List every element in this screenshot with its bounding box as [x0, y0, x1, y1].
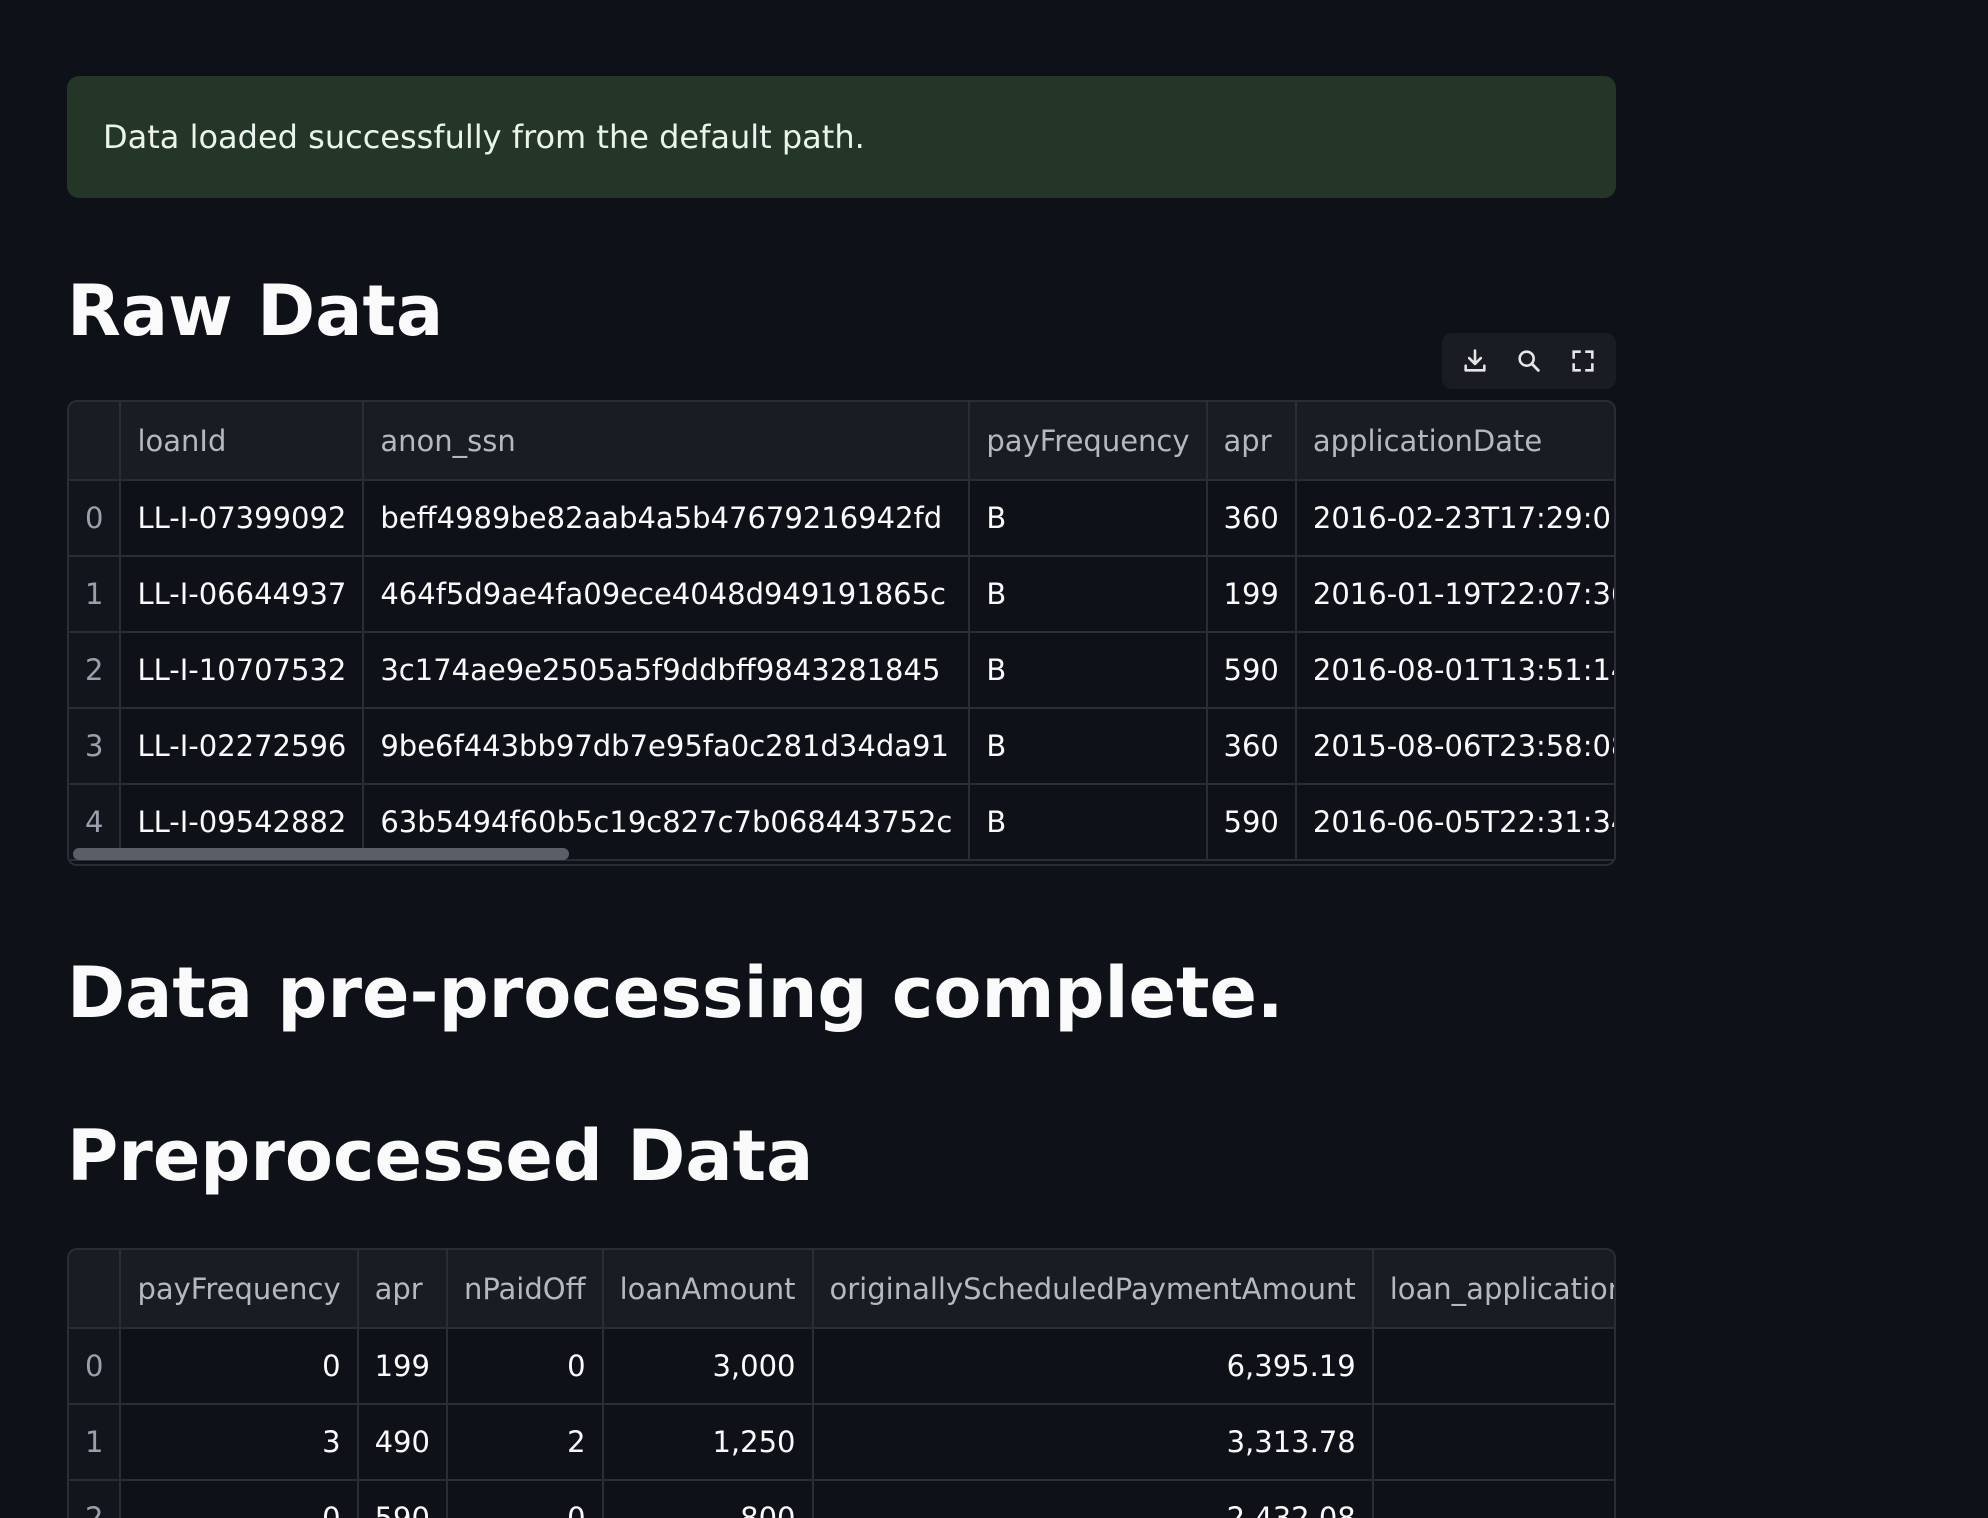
- cell-apr[interactable]: 199: [357, 1328, 448, 1405]
- cell-nPaidOff[interactable]: 0: [446, 1328, 604, 1405]
- cell-payFrequency[interactable]: 0: [120, 1480, 359, 1518]
- cell-payFrequency[interactable]: B: [969, 480, 1208, 557]
- cell-originallyScheduledPaymentAmount[interactable]: 3,313.78: [812, 1404, 1374, 1481]
- column-header-payFrequency[interactable]: payFrequency: [969, 402, 1208, 481]
- column-header-loanAmount[interactable]: loanAmount: [602, 1250, 814, 1329]
- row-index: 2: [69, 1480, 122, 1518]
- cell-originallyScheduledPaymentAmount[interactable]: 6,395.19: [812, 1328, 1374, 1405]
- cell-anon-ssn[interactable]: beff4989be82aab4a5b47679216942fd: [363, 480, 971, 557]
- cell-payFrequency[interactable]: 3: [120, 1404, 359, 1481]
- row-index: 2: [69, 632, 122, 709]
- cell-apr[interactable]: 360: [1206, 708, 1297, 785]
- cell-apr[interactable]: 360: [1206, 480, 1297, 557]
- raw-data-heading: Raw Data: [67, 270, 444, 352]
- table-header-row: payFrequency apr nPaidOff loanAmount ori…: [69, 1250, 1614, 1329]
- cell-apr[interactable]: 490: [357, 1404, 448, 1481]
- cell-apr[interactable]: 590: [1206, 784, 1297, 861]
- table-row: 1 LL-I-06644937 464f5d9ae4fa09ece4048d94…: [69, 556, 1614, 633]
- table-row: 0 0 199 0 3,000 6,395.19: [69, 1328, 1614, 1405]
- cell-loanId[interactable]: LL-I-06644937: [120, 556, 365, 633]
- table-row: 1 3 490 2 1,250 3,313.78: [69, 1404, 1614, 1481]
- cell-loan-application[interactable]: [1372, 1404, 1614, 1481]
- horizontal-scrollbar[interactable]: [73, 848, 569, 860]
- cell-applicationDate[interactable]: 2016-01-19T22:07:36.77800: [1295, 556, 1614, 633]
- cell-loanAmount[interactable]: 800: [602, 1480, 814, 1518]
- cell-loanId[interactable]: LL-I-02272596: [120, 708, 365, 785]
- cell-anon-ssn[interactable]: 464f5d9ae4fa09ece4048d949191865c: [363, 556, 971, 633]
- cell-applicationDate[interactable]: 2016-08-01T13:51:14.70900: [1295, 632, 1614, 709]
- column-header-nPaidOff[interactable]: nPaidOff: [446, 1250, 604, 1329]
- column-header-applicationDate[interactable]: applicationDate: [1295, 402, 1614, 481]
- cell-nPaidOff[interactable]: 2: [446, 1404, 604, 1481]
- column-header-index[interactable]: [69, 402, 122, 481]
- page: Data loaded successfully from the defaul…: [0, 0, 1988, 1518]
- cell-apr[interactable]: 590: [357, 1480, 448, 1518]
- column-header-loanId[interactable]: loanId: [120, 402, 365, 481]
- cell-apr[interactable]: 590: [1206, 632, 1297, 709]
- column-header-loan-application[interactable]: loan_application_s: [1372, 1250, 1614, 1329]
- row-index: 0: [69, 1328, 122, 1405]
- cell-payFrequency[interactable]: B: [969, 556, 1208, 633]
- cell-payFrequency[interactable]: 0: [120, 1328, 359, 1405]
- preprocessed-data-heading: Preprocessed Data: [67, 1115, 814, 1197]
- cell-anon-ssn[interactable]: 3c174ae9e2505a5f9ddbff9843281845: [363, 632, 971, 709]
- cell-payFrequency[interactable]: B: [969, 708, 1208, 785]
- cell-applicationDate[interactable]: 2016-06-05T22:31:34.30400: [1295, 784, 1614, 861]
- fullscreen-button[interactable]: [1561, 339, 1605, 383]
- cell-loanAmount[interactable]: 1,250: [602, 1404, 814, 1481]
- row-index: 0: [69, 480, 122, 557]
- download-icon: [1464, 349, 1486, 372]
- search-icon: [1518, 350, 1540, 372]
- column-header-originallyScheduledPaymentAmount[interactable]: originallyScheduledPaymentAmount: [812, 1250, 1374, 1329]
- row-index: 1: [69, 1404, 122, 1481]
- cell-anon-ssn[interactable]: 9be6f443bb97db7e95fa0c281d34da91: [363, 708, 971, 785]
- preprocessed-data-table[interactable]: payFrequency apr nPaidOff loanAmount ori…: [67, 1248, 1616, 1518]
- fullscreen-icon: [1572, 350, 1594, 372]
- row-index: 1: [69, 556, 122, 633]
- success-alert-text: Data loaded successfully from the defaul…: [103, 118, 865, 156]
- table-header-row: loanId anon_ssn payFrequency apr applica…: [69, 402, 1614, 481]
- cell-loan-application[interactable]: [1372, 1480, 1614, 1518]
- cell-loan-application[interactable]: [1372, 1328, 1614, 1405]
- column-header-apr[interactable]: apr: [357, 1250, 448, 1329]
- column-header-apr[interactable]: apr: [1206, 402, 1297, 481]
- preprocessing-complete-heading: Data pre-processing complete.: [67, 952, 1284, 1034]
- download-button[interactable]: [1453, 339, 1497, 383]
- table-row: 3 LL-I-02272596 9be6f443bb97db7e95fa0c28…: [69, 708, 1614, 785]
- column-header-anon-ssn[interactable]: anon_ssn: [363, 402, 971, 481]
- cell-originallyScheduledPaymentAmount[interactable]: 2,432.08: [812, 1480, 1374, 1518]
- cell-payFrequency[interactable]: B: [969, 632, 1208, 709]
- cell-nPaidOff[interactable]: 0: [446, 1480, 604, 1518]
- raw-data-table[interactable]: loanId anon_ssn payFrequency apr applica…: [67, 400, 1616, 866]
- cell-loanId[interactable]: LL-I-07399092: [120, 480, 365, 557]
- cell-applicationDate[interactable]: 2016-02-23T17:29:01.94000: [1295, 480, 1614, 557]
- dataframe-toolbar: [1442, 333, 1616, 389]
- success-alert: Data loaded successfully from the defaul…: [67, 76, 1616, 198]
- row-index: 3: [69, 708, 122, 785]
- cell-applicationDate[interactable]: 2015-08-06T23:58:08.88000: [1295, 708, 1614, 785]
- column-header-payFrequency[interactable]: payFrequency: [120, 1250, 359, 1329]
- column-header-index[interactable]: [69, 1250, 122, 1329]
- cell-payFrequency[interactable]: B: [969, 784, 1208, 861]
- search-button[interactable]: [1507, 339, 1551, 383]
- cell-loanAmount[interactable]: 3,000: [602, 1328, 814, 1405]
- table-row: 2 0 590 0 800 2,432.08: [69, 1480, 1614, 1518]
- table-row: 0 LL-I-07399092 beff4989be82aab4a5b47679…: [69, 480, 1614, 557]
- cell-apr[interactable]: 199: [1206, 556, 1297, 633]
- table-row: 2 LL-I-10707532 3c174ae9e2505a5f9ddbff98…: [69, 632, 1614, 709]
- cell-loanId[interactable]: LL-I-10707532: [120, 632, 365, 709]
